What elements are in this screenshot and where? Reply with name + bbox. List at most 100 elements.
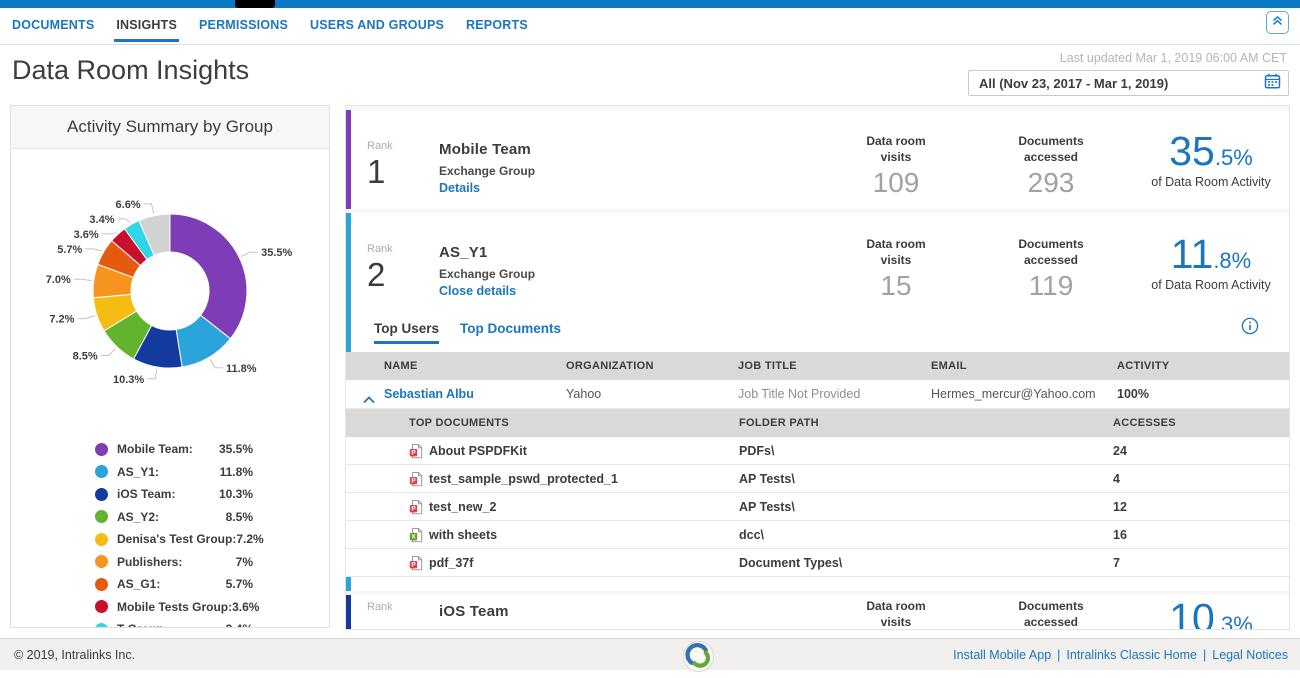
user-activity: 100%: [1117, 387, 1149, 401]
footer-link[interactable]: Legal Notices: [1212, 648, 1288, 662]
legend-color-dot: [95, 555, 108, 568]
legend-value: 7%: [236, 555, 253, 569]
legend-color-dot: [95, 600, 108, 613]
legend-item: iOS Team:10.3%: [95, 486, 253, 502]
document-name[interactable]: Xwith sheets: [409, 527, 497, 543]
folder-path: AP Tests\: [739, 472, 795, 486]
footer-link[interactable]: Intralinks Classic Home: [1066, 648, 1197, 662]
stat-label: Documents accessed: [1011, 134, 1091, 165]
document-name[interactable]: Ptest_sample_pswd_protected_1: [409, 471, 618, 487]
column-header-top-documents[interactable]: TOP DOCUMENTS: [409, 417, 509, 429]
user-email: Hermes_mercur@Yahoo.com: [931, 387, 1096, 401]
user-name-link[interactable]: Sebastian Albu: [384, 387, 474, 401]
accesses-count: 7: [1113, 556, 1120, 570]
legend-value: 5.7%: [226, 577, 253, 591]
accesses-count: 24: [1113, 444, 1127, 458]
info-icon[interactable]: [1241, 317, 1259, 335]
legend-item: Mobile Tests Group:3.6%: [95, 599, 253, 615]
legend-label: iOS Team:: [117, 487, 219, 501]
stat-label: Documents accessed: [1011, 599, 1091, 630]
footer-links: Install Mobile App | Intralinks Classic Ho…: [953, 648, 1288, 662]
svg-text:P: P: [411, 561, 416, 568]
svg-text:P: P: [411, 505, 416, 512]
stat-value: 119: [996, 270, 1106, 302]
nav-item-reports[interactable]: REPORTS: [466, 8, 528, 44]
rank-label: Rank: [367, 243, 393, 255]
rank-accent-bar: [346, 110, 351, 209]
document-row: Ppdf_37f Document Types\ 7: [346, 549, 1289, 577]
intralinks-logo: [682, 640, 715, 678]
pdf-file-icon: P: [409, 471, 423, 487]
close-details-link[interactable]: Close details: [439, 284, 516, 298]
nav-item-insights[interactable]: INSIGHTS: [116, 8, 177, 44]
nav-item-users-and-groups[interactable]: USERS AND GROUPS: [310, 8, 444, 44]
column-header-job-title[interactable]: JOB TITLE: [738, 360, 797, 372]
legend-label: T Group:: [117, 622, 226, 628]
accesses-count: 12: [1113, 500, 1127, 514]
document-name[interactable]: Ptest_new_2: [409, 499, 496, 515]
document-row: PAbout PSPDFKit PDFs\ 24: [346, 437, 1289, 465]
last-updated-text: Last updated Mar 1, 2019 06:00 AM CET: [1060, 51, 1287, 65]
document-name[interactable]: Ppdf_37f: [409, 555, 473, 571]
legend-color-dot: [95, 510, 108, 523]
legend-label: Denisa's Test Group:: [117, 532, 236, 546]
folder-path: PDFs\: [739, 444, 774, 458]
footer-link[interactable]: Install Mobile App: [953, 648, 1051, 662]
column-header-name[interactable]: NAME: [384, 360, 418, 372]
documents-accessed-stat: Documents accessed 119: [996, 237, 1106, 302]
activity-percentage: 35.5% of Data Room Activity: [1136, 128, 1286, 189]
legend-label: AS_Y1:: [117, 465, 220, 479]
percent-fraction: .8%: [1213, 248, 1251, 273]
legend-color-dot: [95, 488, 108, 501]
folder-path: AP Tests\: [739, 500, 795, 514]
percent-fraction: .5%: [1215, 145, 1253, 170]
footer: © 2019, Intralinks Inc. Install Mobile A…: [0, 638, 1300, 670]
tab-top-users[interactable]: Top Users: [374, 321, 439, 336]
folder-path: Document Types\: [739, 556, 842, 570]
donut-slice[interactable]: [170, 214, 247, 339]
date-range-value: All (Nov 23, 2017 - Mar 1, 2019): [979, 76, 1168, 91]
svg-text:X: X: [411, 533, 416, 540]
stat-label: Data room visits: [856, 237, 936, 268]
donut-slice-label: 3.6%: [74, 229, 99, 241]
percent-fraction: .3%: [1215, 612, 1253, 630]
column-header-activity[interactable]: ACTIVITY: [1117, 360, 1170, 372]
tab-top-documents[interactable]: Top Documents: [460, 321, 561, 336]
details-link[interactable]: Details: [439, 181, 480, 195]
activity-donut-chart: 35.5%11.8%10.3%8.5%7.2%7.0%5.7%3.6%3.4%6…: [11, 149, 329, 439]
date-range-select[interactable]: All (Nov 23, 2017 - Mar 1, 2019): [968, 70, 1289, 96]
legend-value: 11.8%: [220, 465, 253, 479]
nav-item-documents[interactable]: DOCUMENTS: [12, 8, 94, 44]
legend-item: T Group:3.4%: [95, 621, 253, 628]
documents-accessed-stat: Documents accessed 293: [996, 134, 1106, 199]
chart-legend: Mobile Team:35.5%AS_Y1:11.8%iOS Team:10.…: [11, 439, 329, 628]
collapse-header-button[interactable]: [1266, 11, 1289, 34]
legend-color-dot: [95, 465, 108, 478]
legend-item: AS_Y2:8.5%: [95, 509, 253, 525]
document-row: Xwith sheetsdcc\16: [346, 521, 1289, 549]
footer-separator: |: [1203, 648, 1206, 662]
column-header-folder-path[interactable]: FOLDER PATH: [739, 417, 819, 429]
stat-label: Documents accessed: [1011, 237, 1091, 268]
legend-color-dot: [95, 623, 108, 629]
legend-item: Publishers:7%: [95, 554, 253, 570]
legend-label: Mobile Team:: [117, 442, 219, 456]
donut-slice-label: 35.5%: [261, 247, 292, 259]
chart-title: Activity Summary by Group: [11, 106, 329, 149]
rank-3-section: Rank iOS Team Data room visits Documents…: [346, 595, 1289, 630]
group-name: AS_Y1: [439, 244, 488, 261]
document-name[interactable]: PAbout PSPDFKit: [409, 443, 527, 459]
legend-color-dot: [95, 443, 108, 456]
top-documents-rows: PAbout PSPDFKit PDFs\ 24 Ptest_sample_pswd_…: [346, 437, 1289, 577]
column-header-accesses[interactable]: ACCESSES: [1113, 417, 1176, 429]
chevron-up-icon[interactable]: [363, 391, 375, 409]
nav-item-permissions[interactable]: PERMISSIONS: [199, 8, 288, 44]
percent-caption: of Data Room Activity: [1136, 175, 1286, 189]
donut-slice-label: 5.7%: [57, 244, 82, 256]
xls-file-icon: X: [409, 527, 423, 543]
top-users-header-row: NAME ORGANIZATION JOB TITLE EMAIL ACTIVI…: [346, 352, 1289, 380]
top-bar-tab: [235, 0, 275, 8]
donut-slice-label: 8.5%: [73, 351, 98, 363]
column-header-organization[interactable]: ORGANIZATION: [566, 360, 654, 372]
column-header-email[interactable]: EMAIL: [931, 360, 967, 372]
